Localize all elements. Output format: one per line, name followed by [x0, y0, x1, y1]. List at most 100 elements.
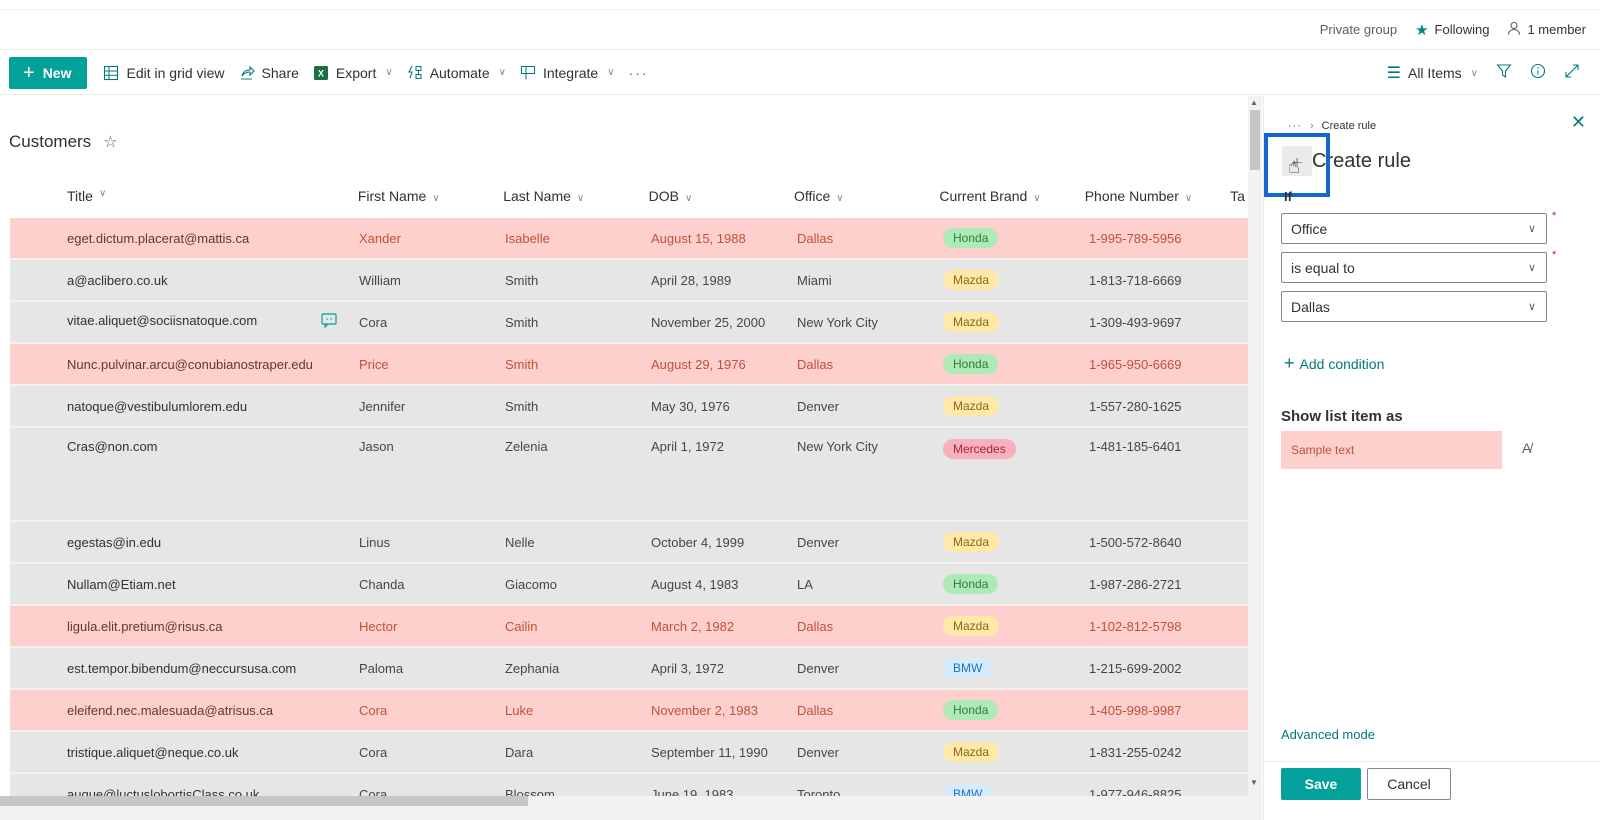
scrollbar-thumb[interactable] [1250, 110, 1260, 170]
cell-title[interactable]: Cras@non.com [10, 439, 359, 454]
brand-pill: Mazda [943, 270, 1000, 290]
cell-title[interactable]: eget.dictum.placerat@mattis.ca [10, 231, 359, 246]
cell-phone-number: 1-102-812-5798 [1089, 618, 1182, 634]
title-text[interactable]: Cras@non.com [67, 439, 158, 454]
scrollbar-thumb[interactable] [0, 796, 528, 806]
share-button[interactable]: Share [239, 65, 299, 81]
cancel-button[interactable]: Cancel [1367, 768, 1451, 800]
filter-icon[interactable] [1496, 63, 1512, 84]
edit-grid-view-button[interactable]: Edit in grid view [103, 65, 225, 81]
cell-last-name: Luke [505, 702, 534, 718]
following-button[interactable]: ★ Following [1415, 21, 1489, 39]
breadcrumb-more[interactable]: ··· [1288, 120, 1302, 132]
expand-icon[interactable] [1564, 63, 1580, 84]
cell-phone-number: 1-965-950-6669 [1089, 356, 1182, 372]
brand-pill: Honda [943, 354, 999, 374]
title-text[interactable]: tristique.aliquet@neque.co.uk [67, 745, 238, 760]
cell-title[interactable]: Nullam@Etiam.net [10, 577, 359, 592]
title-text[interactable]: a@aclibero.co.uk [67, 273, 168, 288]
table-row[interactable]: eget.dictum.placerat@mattis.ca Xander Isab… [10, 218, 1250, 260]
title-text[interactable]: vitae.aliquet@sociisnatoque.com [67, 313, 257, 331]
table-row[interactable]: Nunc.pulvinar.arcu@conubianostraper.edu P… [10, 344, 1250, 386]
format-style-icon[interactable]: A̸ [1522, 440, 1531, 456]
table-row[interactable]: natoque@vestibulumlorem.edu Jennifer Smith… [10, 386, 1250, 428]
cell-title[interactable]: egestas@in.edu [10, 535, 359, 550]
title-text[interactable]: Nullam@Etiam.net [67, 577, 176, 592]
cell-office: New York City [797, 314, 878, 330]
title-text[interactable]: Nunc.pulvinar.arcu@conubianostraper.edu [67, 357, 313, 372]
more-options-button[interactable]: ··· [629, 65, 649, 81]
chevron-down-icon: ∨ [684, 193, 693, 204]
cell-office: Dallas [797, 618, 834, 634]
integrate-icon [520, 65, 536, 81]
horizontal-scrollbar[interactable] [0, 796, 1262, 820]
cell-phone-number: 1-405-998-9987 [1089, 702, 1182, 718]
cell-title[interactable]: est.tempor.bibendum@neccursusa.com [10, 661, 359, 676]
title-text[interactable]: egestas@in.edu [67, 535, 161, 550]
column-header-first-name[interactable]: First Name ∨ [358, 188, 503, 204]
cell-title[interactable]: eleifend.nec.malesuada@atrisus.ca [10, 703, 359, 718]
column-header-title[interactable]: Title ∨ [10, 188, 358, 204]
cell-title[interactable]: a@aclibero.co.uk [10, 273, 359, 288]
cell-title[interactable]: Nunc.pulvinar.arcu@conubianostraper.edu [10, 357, 359, 372]
favorite-star-icon[interactable]: ☆ [103, 132, 117, 152]
scroll-up-arrow-icon[interactable]: ▲ [1250, 98, 1258, 107]
title-text[interactable]: eget.dictum.placerat@mattis.ca [67, 231, 249, 246]
table-row[interactable]: Nullam@Etiam.net Chanda Giacomo August 4, 1… [10, 564, 1250, 606]
cell-current-brand: Mazda [943, 270, 1089, 290]
vertical-scrollbar[interactable]: ▲ ▼ [1248, 96, 1262, 796]
title-text[interactable]: natoque@vestibulumlorem.edu [67, 399, 247, 414]
table-row[interactable]: a@aclibero.co.uk William Smith April 28, 19… [10, 260, 1250, 302]
operator-dropdown[interactable]: is equal to ∨ [1281, 252, 1547, 283]
members-button[interactable]: 1 member [1507, 21, 1586, 38]
close-icon[interactable]: ✕ [1571, 112, 1586, 133]
cell-title[interactable]: tristique.aliquet@neque.co.uk [10, 745, 359, 760]
list-title: Customers [9, 132, 92, 151]
brand-pill: Mazda [943, 742, 1000, 762]
cell-current-brand: Honda [943, 700, 1089, 720]
cell-current-brand: Mazda [943, 312, 1089, 332]
field-value: Office [1291, 220, 1328, 237]
column-header-phone-number[interactable]: Phone Number ∨ [1085, 188, 1230, 204]
table-row[interactable]: vitae.aliquet@sociisnatoque.com Cora Smith… [10, 302, 1250, 344]
table-row[interactable]: ligula.elit.pretium@risus.ca Hector Cailin… [10, 606, 1250, 648]
star-filled-icon: ★ [1415, 21, 1429, 39]
chevron-right-icon: › [1310, 120, 1314, 132]
cell-last-name: Giacomo [505, 576, 558, 592]
title-text[interactable]: ligula.elit.pretium@risus.ca [67, 619, 223, 634]
advanced-mode-link[interactable]: Advanced mode [1281, 727, 1375, 742]
cell-title[interactable]: natoque@vestibulumlorem.edu [10, 399, 359, 414]
table-row[interactable]: tristique.aliquet@neque.co.uk Cora Dara Sep… [10, 732, 1250, 774]
add-condition-button[interactable]: + Add condition [1284, 353, 1384, 374]
table-row[interactable]: eleifend.nec.malesuada@atrisus.ca Cora Luk… [10, 690, 1250, 732]
brand-pill: Honda [943, 228, 999, 248]
chevron-down-icon: ∨ [1527, 223, 1536, 235]
cell-title[interactable]: ligula.elit.pretium@risus.ca [10, 619, 359, 634]
column-header-office[interactable]: Office ∨ [794, 188, 939, 204]
cell-last-name: Smith [505, 398, 539, 414]
new-button[interactable]: + New [9, 56, 88, 89]
automate-button[interactable]: Automate ∨ [407, 65, 506, 81]
cell-office: Denver [797, 744, 839, 760]
cell-dob: March 2, 1982 [651, 618, 735, 634]
column-header-last-name[interactable]: Last Name ∨ [503, 188, 648, 204]
operator-value: is equal to [1291, 259, 1355, 276]
table-row[interactable]: egestas@in.edu Linus Nelle October 4, 1999 D… [10, 522, 1250, 564]
table-row[interactable]: Cras@non.com Jason Zelenia April 1, 1972 New… [10, 428, 1250, 522]
value-dropdown[interactable]: Dallas ∨ [1281, 291, 1547, 322]
info-icon[interactable] [1530, 63, 1546, 84]
title-text[interactable]: est.tempor.bibendum@neccursusa.com [67, 661, 296, 676]
view-selector[interactable]: ☰ All Items ∨ [1387, 63, 1478, 83]
integrate-button[interactable]: Integrate ∨ [520, 65, 615, 81]
export-button[interactable]: X Export ∨ [313, 65, 393, 81]
comment-icon[interactable] [321, 313, 337, 331]
command-bar: + New Edit in grid view Share X Export ∨… [0, 51, 1600, 95]
field-dropdown[interactable]: Office ∨ [1281, 213, 1547, 244]
column-header-current-brand[interactable]: Current Brand ∨ [939, 188, 1084, 204]
title-text[interactable]: eleifend.nec.malesuada@atrisus.ca [67, 703, 273, 718]
table-row[interactable]: est.tempor.bibendum@neccursusa.com Paloma… [10, 648, 1250, 690]
scroll-down-arrow-icon[interactable]: ▼ [1250, 778, 1258, 787]
save-button[interactable]: Save [1281, 768, 1361, 800]
column-header-dob[interactable]: DOB ∨ [649, 188, 794, 204]
cell-title[interactable]: vitae.aliquet@sociisnatoque.com [10, 313, 359, 331]
